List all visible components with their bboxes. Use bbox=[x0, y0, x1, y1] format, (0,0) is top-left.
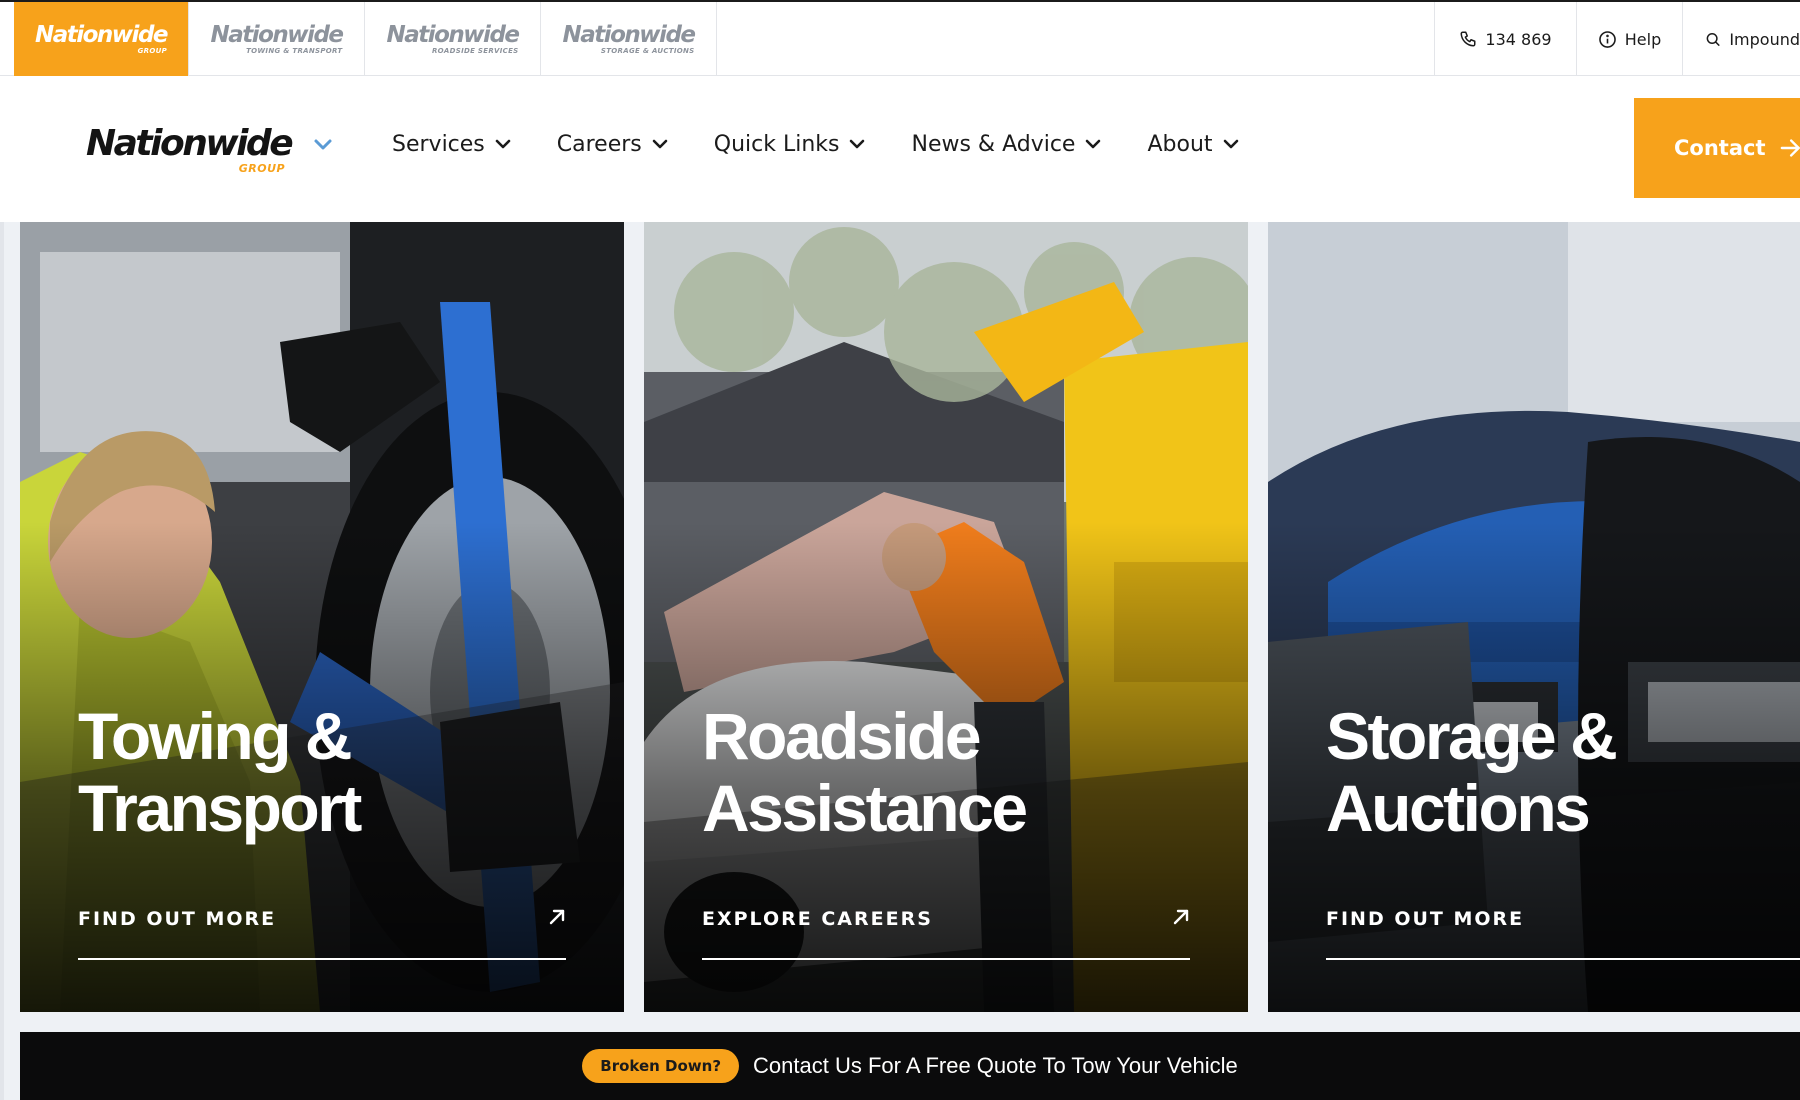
nationwide-roadside-logo: Nationwide ROADSIDE SERVICES bbox=[386, 21, 520, 55]
arrow-up-right-icon bbox=[549, 909, 565, 925]
brand-tab-storage-auctions[interactable]: Nationwide STORAGE & AUCTIONS bbox=[541, 2, 717, 76]
chevron-down-icon bbox=[495, 139, 511, 149]
brand-tab-towing-transport[interactable]: Nationwide TOWING & TRANSPORT bbox=[189, 2, 365, 76]
find-out-more-link[interactable]: FIND OUT MORE bbox=[1326, 908, 1800, 960]
card-title: Roadside Assistance bbox=[702, 699, 1028, 845]
broken-down-badge: Broken Down? bbox=[582, 1049, 740, 1083]
nationwide-towing-logo: Nationwide TOWING & TRANSPORT bbox=[210, 21, 344, 55]
banner-text: Contact Us For A Free Quote To Tow Your … bbox=[753, 1053, 1238, 1078]
logo-wordmark: Nationwide bbox=[86, 123, 294, 164]
chevron-down-icon bbox=[1223, 139, 1238, 149]
chevron-down-icon bbox=[850, 139, 865, 149]
broken-down-banner[interactable]: Broken Down? Contact Us For A Free Quote… bbox=[20, 1032, 1800, 1100]
card-roadside-assistance[interactable]: Roadside Assistance EXPLORE CAREERS bbox=[644, 222, 1248, 1012]
contact-button[interactable]: Contact bbox=[1634, 98, 1800, 198]
card-title: Storage & Auctions bbox=[1326, 699, 1618, 845]
phone-icon bbox=[1460, 31, 1476, 47]
find-out-more-link[interactable]: FIND OUT MORE bbox=[78, 908, 566, 960]
chevron-down-icon bbox=[652, 139, 668, 149]
info-circle-icon bbox=[1598, 30, 1616, 48]
card-storage-auctions[interactable]: Storage & Auctions FIND OUT MORE bbox=[1268, 222, 1800, 1012]
search-icon bbox=[1706, 32, 1720, 46]
nav-menu: Services Careers Quick Links News & Advi… bbox=[392, 132, 1285, 157]
nationwide-storage-logo: Nationwide STORAGE & AUCTIONS bbox=[562, 21, 696, 55]
page-edge bbox=[0, 222, 4, 1100]
logo-subtitle: GROUP bbox=[238, 162, 286, 175]
chevron-down-icon bbox=[1086, 139, 1101, 149]
phone-link[interactable]: 134 869 bbox=[1434, 2, 1576, 76]
site-logo[interactable]: Nationwide GROUP bbox=[86, 126, 333, 174]
main-navigation: Nationwide GROUP Services Careers Quick … bbox=[0, 76, 1800, 222]
nav-item-quick-links[interactable]: Quick Links bbox=[714, 132, 866, 157]
brand-tab-roadside-services[interactable]: Nationwide ROADSIDE SERVICES bbox=[365, 2, 541, 76]
explore-careers-link[interactable]: EXPLORE CAREERS bbox=[702, 908, 1190, 960]
arrow-up-right-icon bbox=[1173, 909, 1189, 925]
nav-item-careers[interactable]: Careers bbox=[557, 132, 668, 157]
help-link[interactable]: Help bbox=[1576, 2, 1682, 76]
nav-item-services[interactable]: Services bbox=[392, 132, 511, 157]
help-label: Help bbox=[1624, 29, 1662, 49]
card-towing-transport[interactable]: Towing & Transport FIND OUT MORE bbox=[20, 222, 624, 1012]
nav-item-about[interactable]: About bbox=[1147, 132, 1238, 157]
brand-bar: Nationwide GROUP Nationwide TOWING & TRA… bbox=[0, 0, 1800, 76]
phone-number: 134 869 bbox=[1485, 29, 1552, 49]
impound-label: Impound bbox=[1729, 29, 1800, 49]
card-title: Towing & Transport bbox=[78, 699, 362, 845]
impound-search-link[interactable]: Impound bbox=[1682, 2, 1800, 76]
chevron-down-icon[interactable] bbox=[313, 138, 333, 152]
nationwide-group-logo: Nationwide GROUP bbox=[34, 21, 169, 55]
brand-tab-group[interactable]: Nationwide GROUP bbox=[14, 2, 189, 76]
arrow-right-icon bbox=[1780, 139, 1800, 157]
nav-item-news-advice[interactable]: News & Advice bbox=[911, 132, 1101, 157]
